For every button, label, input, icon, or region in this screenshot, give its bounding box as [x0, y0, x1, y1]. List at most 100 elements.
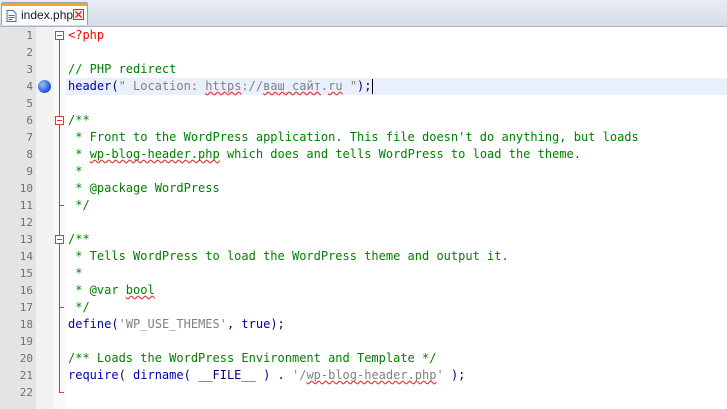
line-number: 2 [26, 46, 33, 59]
fold-toggle-icon[interactable] [55, 31, 64, 40]
code-token: define [68, 317, 112, 331]
code-token: ( [118, 368, 134, 382]
code-token: https [205, 79, 242, 93]
code-token: true [241, 317, 271, 331]
code-token: '/ [291, 368, 307, 382]
text-cursor [372, 79, 373, 94]
line-number: 13 [19, 233, 33, 246]
line-number: 6 [26, 114, 33, 127]
code-token: * [68, 266, 83, 280]
line-number: 8 [26, 148, 33, 161]
code-token: __FILE__ [198, 368, 256, 382]
code-token: , [226, 317, 242, 331]
code-line[interactable]: * Tells WordPress to load the WordPress … [68, 248, 509, 265]
code-token: * Tells WordPress to load the WordPress … [68, 249, 509, 263]
line-number: 11 [19, 199, 33, 212]
fold-toggle-icon[interactable] [55, 235, 64, 244]
line-number: 10 [19, 182, 33, 195]
code-token: bool [125, 283, 155, 297]
code-line[interactable]: * @var bool [68, 282, 155, 299]
code-token: * [68, 147, 90, 161]
code-token: ' [436, 368, 444, 382]
code-token: /** [68, 232, 90, 246]
fold-guide [59, 125, 60, 206]
code-token: * @package WordPress [68, 181, 220, 195]
code-token: header [68, 79, 112, 93]
line-number: 22 [19, 386, 33, 399]
code-line[interactable]: * @package WordPress [68, 180, 220, 197]
code-token: which does and tells WordPress to load t… [219, 147, 581, 161]
code-token: " [342, 79, 358, 93]
code-token: :// [241, 79, 264, 93]
code-token: dirname [133, 368, 184, 382]
fold-end-marker [59, 307, 64, 308]
code-token: * @var [68, 283, 126, 297]
fold-end-marker [59, 205, 64, 206]
line-number: 5 [26, 97, 33, 110]
code-line[interactable]: header(" Location: https://ваш_сайт.ru "… [68, 78, 372, 95]
code-token: ) . [255, 368, 292, 382]
code-token: ( [111, 79, 119, 93]
code-line[interactable]: * wp-blog-header.php which does and tell… [68, 146, 581, 163]
code-token: /** Loads the WordPress Environment and … [68, 351, 437, 365]
close-icon[interactable] [73, 9, 84, 20]
code-token: " Location: [118, 79, 206, 93]
line-number: 7 [26, 131, 33, 144]
line-number: 1 [26, 29, 33, 42]
code-line[interactable]: * [68, 265, 82, 282]
line-number: 20 [19, 352, 33, 365]
fold-guide [59, 40, 60, 393]
code-line[interactable]: * [68, 163, 82, 180]
tab-label: index.php [21, 8, 74, 22]
fold-toggle-icon[interactable] [55, 116, 64, 125]
line-number: 15 [19, 267, 33, 280]
code-token: */ [68, 198, 90, 212]
code-token: require [68, 368, 119, 382]
code-line[interactable]: */ [68, 299, 90, 316]
line-number: 17 [19, 301, 33, 314]
fold-guide [59, 244, 60, 308]
line-number: 19 [19, 335, 33, 348]
code-token: ( [111, 317, 119, 331]
code-token: /** [68, 113, 90, 127]
code-line[interactable]: */ [68, 197, 90, 214]
code-line[interactable]: <?php [68, 27, 104, 44]
line-number: 9 [26, 165, 33, 178]
line-number: 21 [19, 369, 33, 382]
code-line[interactable]: /** [68, 112, 90, 129]
line-number: 16 [19, 284, 33, 297]
line-number: 4 [26, 80, 33, 93]
code-line[interactable]: define('WP_USE_THEMES', true); [68, 316, 285, 333]
code-token: ваш_сайт [263, 79, 321, 93]
tab-index-php[interactable]: index.php [1, 2, 88, 25]
code-line[interactable]: /** [68, 231, 90, 248]
code-line[interactable]: // PHP redirect [68, 61, 176, 78]
code-token: * Front to the WordPress application. Th… [68, 130, 639, 144]
code-token: * [68, 164, 83, 178]
code-token: ); [357, 79, 372, 93]
line-number: 12 [19, 216, 33, 229]
code-token: wp-blog-header.php [306, 368, 437, 382]
code-token: ); [270, 317, 285, 331]
code-token: ( [183, 368, 199, 382]
active-tab-indicator [2, 3, 87, 6]
code-line[interactable]: require( dirname( __FILE__ ) . '/wp-blog… [68, 367, 465, 384]
fold-end-marker [59, 392, 64, 393]
code-token: wp-blog-header.php [89, 147, 220, 161]
code-token: 'WP_USE_THEMES' [118, 317, 227, 331]
code-token: */ [68, 300, 90, 314]
code-line[interactable]: * Front to the WordPress application. Th… [68, 129, 639, 146]
code-token: ru [328, 79, 343, 93]
line-number: 18 [19, 318, 33, 331]
code-token: ); [443, 368, 466, 382]
code-token: // PHP redirect [68, 62, 177, 76]
fold-margin[interactable] [54, 27, 66, 409]
code-token: <?php [68, 28, 105, 42]
file-icon [6, 10, 17, 22]
line-number: 14 [19, 250, 33, 263]
code-line[interactable]: /** Loads the WordPress Environment and … [68, 350, 436, 367]
tab-bar: index.php [0, 0, 727, 27]
bookmark-icon[interactable] [38, 80, 51, 93]
line-number: 3 [26, 63, 33, 76]
code-editor[interactable]: 1 <?php 2 3// PHP redirect 4 header(" Locatio… [0, 27, 727, 409]
